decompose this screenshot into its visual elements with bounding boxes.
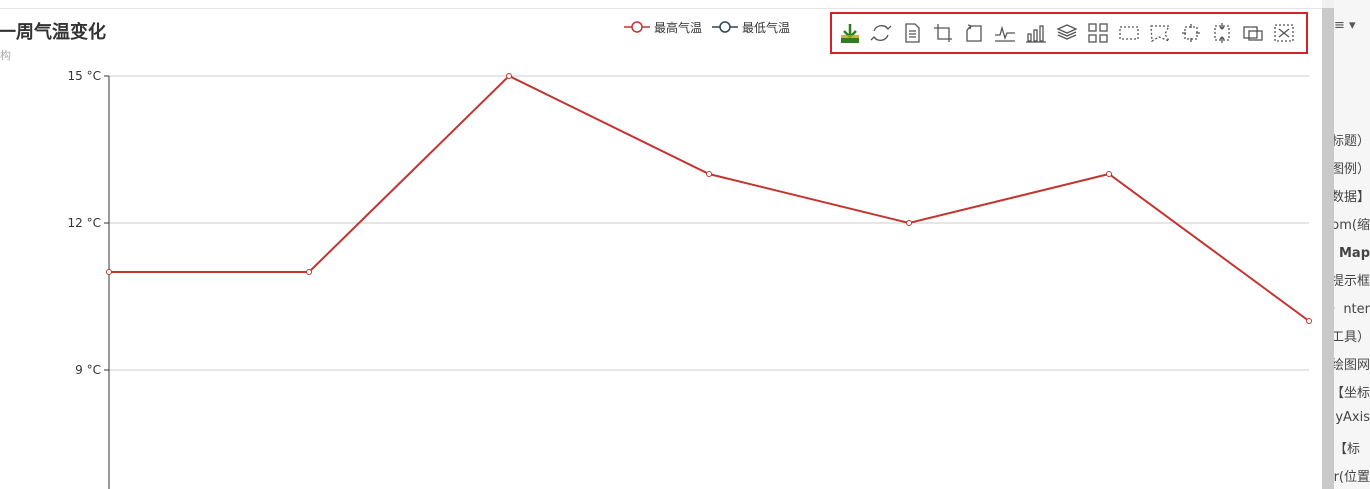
data-point [106, 269, 112, 275]
side-nav-item[interactable]: 坐标】 [1334, 382, 1370, 401]
side-menu-icon[interactable]: ≡ ▾ [1334, 18, 1356, 33]
side-nav-item[interactable]: （图例 [1334, 158, 1370, 177]
side-nav-item[interactable]: 提示框 [1334, 270, 1370, 289]
y-tick-label: 9 °C [75, 363, 101, 377]
data-point [1106, 171, 1112, 177]
scrollbar-up-area[interactable] [1322, 0, 1334, 8]
data-point [306, 269, 312, 275]
side-nav-item[interactable]: s,yAxis [1334, 410, 1370, 425]
data-point [1306, 318, 1312, 324]
y-tick-label: 15 °C [68, 69, 101, 83]
side-nav-item[interactable]: 【数据】 [1334, 186, 1370, 205]
vertical-scrollbar[interactable] [1322, 8, 1334, 489]
side-nav-item[interactable]: 标】 [1334, 438, 1370, 457]
side-nav-item[interactable]: r(位置 [1334, 466, 1370, 485]
data-point [506, 73, 512, 79]
side-nav-item[interactable]: nter（ [1334, 298, 1370, 317]
data-point [706, 171, 712, 177]
side-nav-item[interactable]: （工具 [1334, 326, 1370, 345]
line-chart: 15 °C 12 °C 9 °C [68, 69, 1312, 489]
side-nav-item[interactable]: （标题） [1334, 130, 1370, 149]
data-point [906, 220, 912, 226]
side-nav-item[interactable]: Map（ [1334, 242, 1370, 261]
y-tick-label: 12 °C [68, 216, 101, 230]
series-line-0 [109, 74, 1310, 322]
side-nav-item[interactable]: 绘图网 [1334, 354, 1370, 373]
side-nav-item[interactable]: zoom(缩 [1334, 214, 1370, 233]
